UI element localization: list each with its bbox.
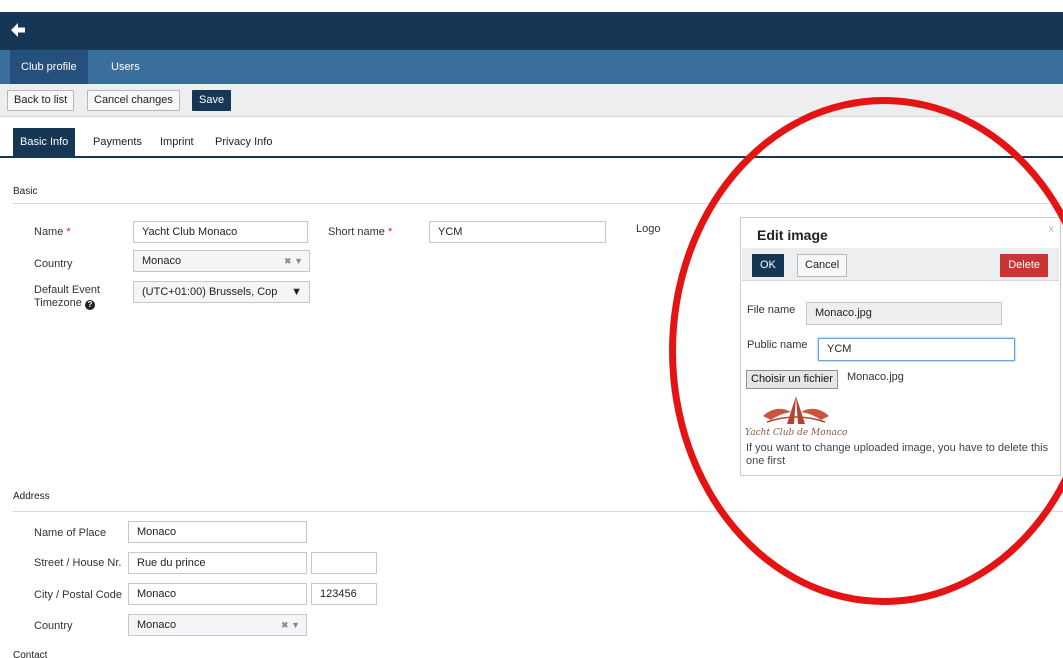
timezone-select-value: (UTC+01:00) Brussels, Cop <box>142 286 278 298</box>
top-margin <box>0 0 1063 12</box>
yacht-club-logo-image <box>763 396 829 424</box>
save-button[interactable]: Save <box>192 90 232 111</box>
app-header <box>0 12 1063 50</box>
nav-tab-club-profile[interactable]: Club profile <box>10 50 88 84</box>
address-section-title: Address <box>13 491 50 502</box>
country-select[interactable]: Monaco ✖ ▼ <box>133 250 310 272</box>
street-label: Street / House Nr. <box>34 557 122 569</box>
timezone-label: Default Event Timezone ? <box>34 284 101 310</box>
timezone-select[interactable]: (UTC+01:00) Brussels, Cop ▼ <box>133 281 310 303</box>
section-tabs: Basic Info Payments Imprint Privacy Info <box>0 128 1063 158</box>
address-divider <box>13 511 1063 512</box>
place-name-label: Name of Place <box>34 527 107 539</box>
chosen-file-name: Monaco.jpg <box>847 371 904 383</box>
public-name-label: Public name <box>747 339 808 351</box>
postal-code-input[interactable]: 123456 <box>311 583 377 605</box>
logo-caption: Yacht Club de Monaco <box>745 428 848 438</box>
chevron-down-icon: ▼ <box>291 286 302 298</box>
choose-file-button[interactable]: Choisir un fichier <box>746 370 838 389</box>
city-input[interactable]: Monaco <box>128 583 307 605</box>
basic-section-title: Basic <box>13 186 38 197</box>
edit-image-toolbar: OK Cancel Delete <box>742 248 1059 281</box>
edit-image-panel: Edit image x OK Cancel Delete File name … <box>740 217 1061 476</box>
street-input[interactable]: Rue du prince <box>128 552 307 574</box>
place-name-input[interactable]: Monaco <box>128 521 307 543</box>
basic-divider <box>13 203 1063 204</box>
address-country-select[interactable]: Monaco ✖ ▼ <box>128 614 307 636</box>
cancel-changes-button[interactable]: Cancel changes <box>87 90 180 111</box>
address-country-label: Country <box>34 620 73 632</box>
ok-button[interactable]: OK <box>752 254 784 277</box>
short-name-label: Short name * <box>328 226 393 238</box>
back-to-list-button[interactable]: Back to list <box>7 90 75 111</box>
city-label: City / Postal Code <box>34 589 123 601</box>
address-country-value: Monaco <box>137 619 177 631</box>
clear-x-icon[interactable]: ✖ ▼ <box>284 251 303 271</box>
country-label: Country <box>34 258 73 270</box>
tab-privacy-info[interactable]: Privacy Info <box>208 128 279 156</box>
name-label: Name * <box>34 226 71 238</box>
change-image-note: If you want to change uploaded image, yo… <box>746 442 1049 467</box>
main-nav: Club profile Users <box>0 50 1063 84</box>
edit-image-title: Edit image <box>757 227 828 243</box>
house-number-input[interactable] <box>311 552 377 574</box>
close-icon[interactable]: x <box>1049 223 1055 235</box>
short-name-input[interactable]: YCM <box>429 221 606 243</box>
file-name-field: Monaco.jpg <box>806 302 1002 325</box>
file-name-label: File name <box>747 304 796 316</box>
action-toolbar: Back to list Cancel changes Save <box>0 84 1063 117</box>
contact-section-title: Contact <box>13 650 48 658</box>
question-circle-icon[interactable]: ? <box>84 300 95 310</box>
clear-x-icon[interactable]: ✖ ▼ <box>281 615 300 635</box>
nav-tab-users[interactable]: Users <box>100 50 151 84</box>
country-select-value: Monaco <box>142 255 182 267</box>
back-arrow-icon[interactable] <box>9 21 27 39</box>
cancel-button[interactable]: Cancel <box>797 254 848 277</box>
tab-payments[interactable]: Payments <box>86 128 149 156</box>
logo-label: Logo <box>636 223 661 235</box>
tab-basic-info[interactable]: Basic Info <box>13 128 76 156</box>
public-name-input[interactable]: YCM <box>818 338 1015 361</box>
name-input[interactable]: Yacht Club Monaco <box>133 221 308 243</box>
tab-imprint[interactable]: Imprint <box>153 128 201 156</box>
delete-button[interactable]: Delete <box>1000 254 1048 277</box>
